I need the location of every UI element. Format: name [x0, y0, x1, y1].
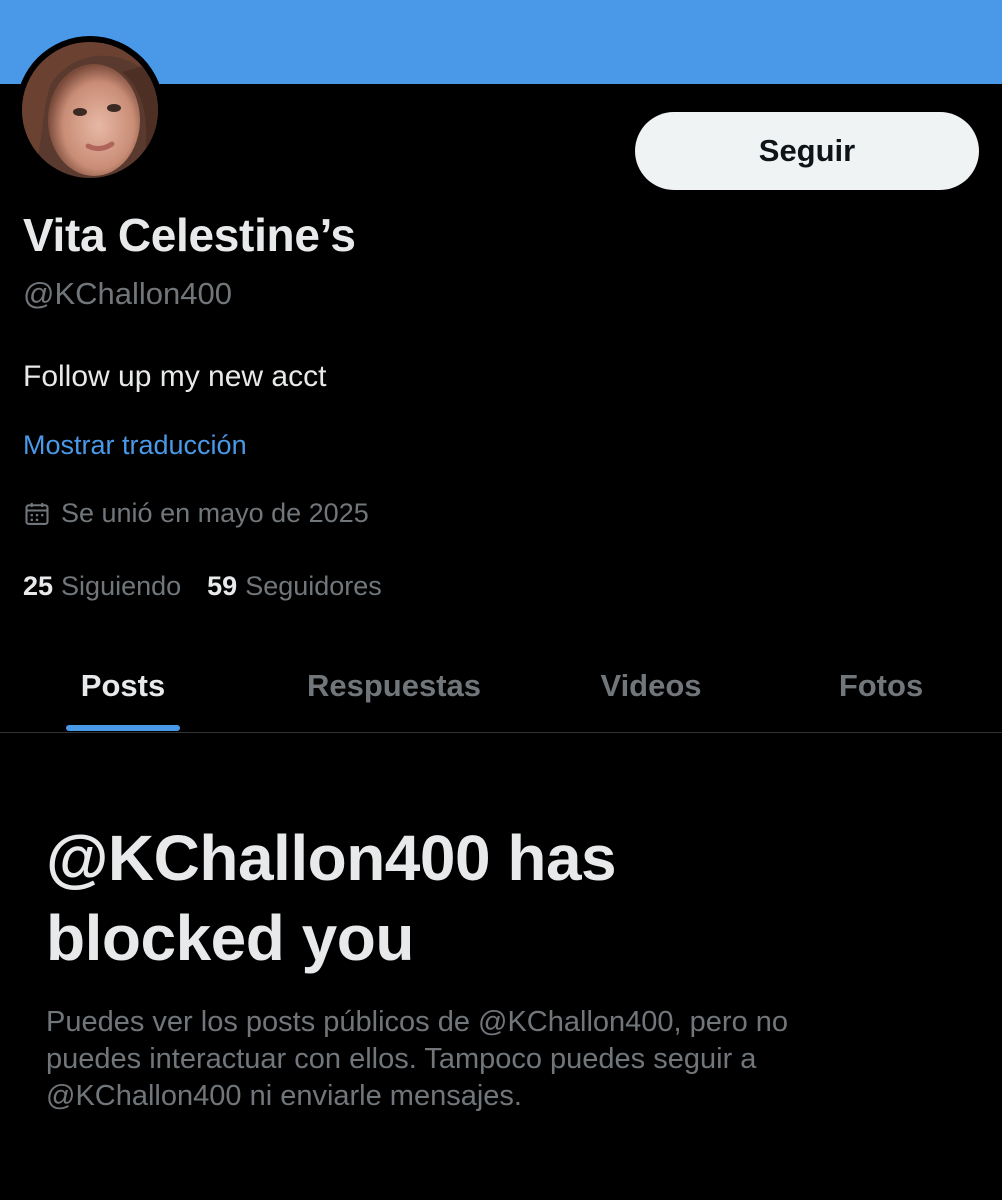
tab-fotos[interactable]: Fotos — [812, 640, 950, 732]
user-handle: @KChallon400 — [23, 276, 232, 311]
join-date: Se unió en mayo de 2025 — [23, 498, 369, 529]
followers-label: Seguidores — [245, 571, 382, 601]
following-count: 25 — [23, 571, 54, 601]
following-stat[interactable]: 25 Siguiendo — [23, 571, 181, 602]
profile-bio: Follow up my new acct — [23, 360, 327, 393]
join-date-text: Se unió en mayo de 2025 — [61, 498, 369, 528]
avatar-photo — [22, 42, 158, 178]
blocked-description-line: @KChallon400 ni enviarle mensajes. — [46, 1080, 522, 1112]
show-translation-link[interactable]: Mostrar traducción — [23, 430, 247, 461]
followers-count: 59 — [207, 571, 238, 601]
tab-posts[interactable]: Posts — [32, 640, 214, 732]
avatar[interactable] — [16, 36, 164, 184]
blocked-description-line: Puedes ver los posts públicos de @KChall… — [46, 1006, 789, 1038]
tab-respuestas[interactable]: Respuestas — [278, 640, 510, 732]
blocked-title-line: blocked you — [46, 902, 414, 974]
follow-button[interactable]: Seguir — [635, 112, 979, 190]
following-label: Siguiendo — [61, 571, 182, 601]
blocked-title: @KChallon400 has blocked you — [46, 818, 946, 978]
active-tab-indicator — [66, 725, 180, 731]
follow-stats: 25 Siguiendo 59 Seguidores — [23, 571, 408, 602]
display-name: Vita Celestine’s — [23, 209, 356, 261]
blocked-description-line: puedes interactuar con ellos. Tampoco pu… — [46, 1043, 757, 1075]
tab-videos[interactable]: Videos — [570, 640, 732, 732]
followers-stat[interactable]: 59 Seguidores — [207, 571, 382, 602]
profile-tabs: Posts Respuestas Videos Fotos — [0, 640, 1002, 733]
profile-page: Seguir Vita Celestine’s @KChallon400 Fol… — [0, 0, 1002, 1200]
blocked-description: Puedes ver los posts públicos de @KChall… — [46, 1004, 976, 1115]
blocked-title-line: @KChallon400 has — [46, 822, 617, 894]
calendar-icon — [25, 502, 49, 525]
